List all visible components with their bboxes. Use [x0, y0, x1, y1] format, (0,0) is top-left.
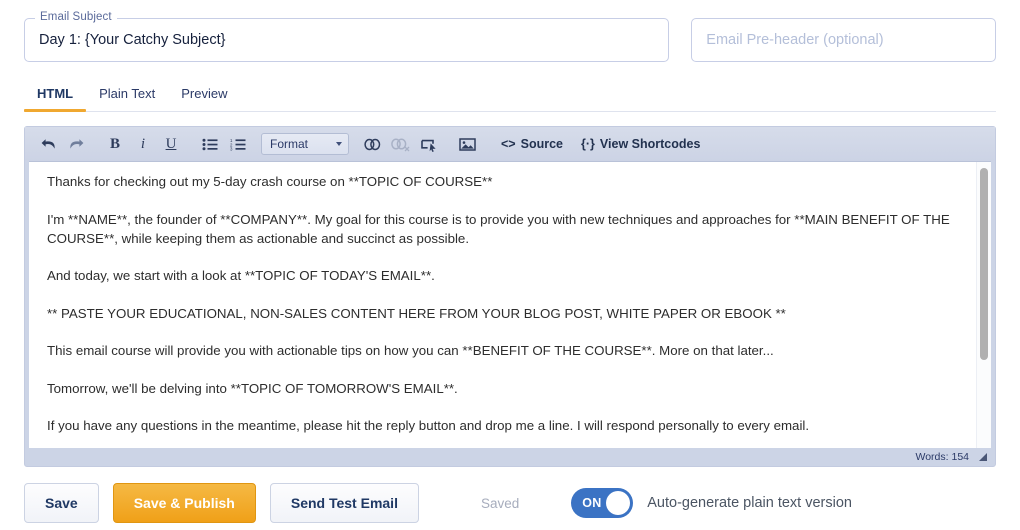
editor-toolbar: B i U 1 2 3 Format <> Source {·} View Sh… — [25, 127, 995, 161]
format-dropdown-label: Format — [270, 137, 309, 151]
numbered-list-icon[interactable]: 1 2 3 — [225, 131, 251, 157]
editor-paragraph: I'm **NAME**, the founder of **COMPANY**… — [47, 211, 950, 246]
insert-image-icon[interactable] — [454, 131, 480, 157]
saved-status-text: Saved — [480, 495, 520, 511]
rich-text-editor: B i U 1 2 3 Format <> Source {·} View Sh… — [24, 126, 996, 467]
resize-grip-icon[interactable] — [979, 453, 987, 461]
save-button[interactable]: Save — [24, 483, 99, 523]
link-icon[interactable] — [359, 131, 385, 157]
toggle-state-label: ON — [582, 496, 602, 510]
tab-html[interactable]: HTML — [24, 86, 87, 112]
view-shortcodes-button[interactable]: {·} View Shortcodes — [573, 131, 708, 157]
email-subject-input[interactable] — [25, 19, 669, 61]
email-preheader-input[interactable] — [692, 19, 995, 61]
redo-icon[interactable] — [63, 131, 89, 157]
editor-paragraph: Tomorrow, we'll be delving into **TOPIC … — [47, 380, 458, 396]
undo-icon[interactable] — [35, 131, 61, 157]
editor-mode-tabs: HTML Plain Text Preview — [24, 78, 996, 112]
send-test-email-button[interactable]: Send Test Email — [269, 483, 419, 523]
unlink-icon — [387, 131, 413, 157]
editor-paragraph: Thanks for checking out my 5-day crash c… — [47, 174, 493, 189]
source-code-icon: <> — [501, 137, 516, 151]
toggle-knob — [606, 491, 631, 515]
subject-row: Email Subject — [0, 0, 1020, 72]
editor-paragraph: And today, we start with a look at **TOP… — [47, 268, 435, 283]
source-button-label: Source — [520, 137, 563, 151]
email-subject-field[interactable]: Email Subject — [24, 11, 670, 62]
view-shortcodes-label: View Shortcodes — [599, 137, 701, 151]
editor-content-text[interactable]: Thanks for checking out my 5-day crash c… — [29, 162, 991, 448]
tab-preview[interactable]: Preview — [168, 86, 240, 111]
editor-paragraph: If you have any questions in the meantim… — [47, 418, 810, 433]
editor-paragraph: This email course will provide you with … — [47, 343, 774, 358]
underline-button[interactable]: U — [158, 131, 184, 157]
format-dropdown[interactable]: Format — [261, 133, 349, 155]
editor-content-area[interactable]: Thanks for checking out my 5-day crash c… — [29, 161, 991, 448]
email-subject-legend: Email Subject — [35, 11, 117, 23]
bulleted-list-icon[interactable] — [197, 131, 223, 157]
bold-button[interactable]: B — [102, 131, 128, 157]
shortcode-braces-icon: {·} — [581, 137, 595, 151]
tab-plain-text[interactable]: Plain Text — [86, 86, 168, 111]
email-preheader-field[interactable] — [691, 18, 996, 62]
action-bar: Save Save & Publish Send Test Email Save… — [0, 476, 1020, 530]
editor-scrollbar-thumb[interactable] — [980, 168, 988, 360]
email-editor-page: Email Subject HTML Plain Text Preview — [0, 0, 1020, 530]
auto-plain-text-label: Auto-generate plain text version — [647, 495, 852, 511]
editor-paragraph: ** PASTE YOUR EDUCATIONAL, NON-SALES CON… — [47, 305, 786, 321]
italic-button[interactable]: i — [130, 131, 156, 157]
editor-scrollbar[interactable] — [976, 162, 991, 448]
anchor-link-icon[interactable] — [415, 131, 441, 157]
save-and-publish-button[interactable]: Save & Publish — [112, 483, 256, 523]
chevron-down-icon — [336, 142, 342, 146]
word-count: Words: 154 — [915, 451, 970, 463]
auto-plain-text-toggle[interactable]: ON — [571, 488, 634, 518]
svg-text:3: 3 — [230, 146, 233, 150]
auto-plain-text-toggle-group: ON Auto-generate plain text version — [571, 488, 852, 518]
editor-status-bar: Words: 154 — [25, 448, 995, 466]
source-button[interactable]: <> Source — [493, 131, 571, 157]
